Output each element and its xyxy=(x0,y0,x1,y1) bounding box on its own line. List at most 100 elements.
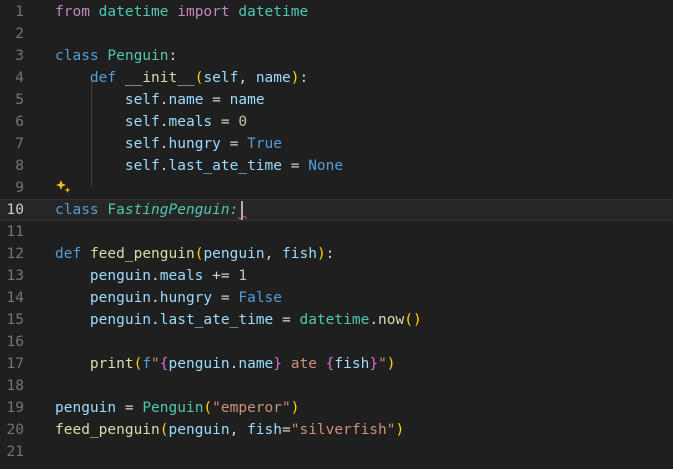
code-token: ( xyxy=(203,400,213,416)
code-token: " xyxy=(151,356,160,372)
code-token: name xyxy=(238,356,274,372)
code-token: meals xyxy=(159,268,204,284)
line-number: 11 xyxy=(6,224,24,240)
code-token: name xyxy=(168,92,204,108)
line-number: 2 xyxy=(15,26,24,42)
code-token: "silverfish" xyxy=(290,422,396,438)
code-line[interactable]: 14 penguin.hungry = False xyxy=(0,287,673,309)
code-line[interactable]: 5 self.name = name xyxy=(0,89,673,111)
code-token: stingPenguin: xyxy=(124,202,239,218)
code-token: ( xyxy=(404,312,413,328)
code-line[interactable]: 17 print(f"{penguin.name} ate {fish}") xyxy=(0,353,673,375)
code-token: hungry xyxy=(168,136,221,152)
line-code: def __init__(self, name): xyxy=(55,67,308,89)
code-line[interactable]: 15 penguin.last_ate_time = datetime.now(… xyxy=(0,309,673,331)
line-code: self.meals = 0 xyxy=(55,111,247,133)
line-code: penguin.hungry = False xyxy=(55,287,282,309)
line-number: 20 xyxy=(6,422,24,438)
code-line[interactable]: 2 xyxy=(0,23,673,45)
code-token: = xyxy=(212,114,239,130)
code-token: self xyxy=(124,136,160,152)
code-line[interactable]: 16 xyxy=(0,331,673,353)
code-token: = xyxy=(282,158,309,174)
code-token: penguin xyxy=(55,400,117,416)
code-token: ) xyxy=(412,312,422,328)
line-code: penguin.meals += 1 xyxy=(55,265,247,287)
code-token: ) xyxy=(395,422,405,438)
code-token: = xyxy=(212,290,239,306)
line-code: self.hungry = True xyxy=(55,133,282,155)
code-token: ) xyxy=(386,356,396,372)
code-token: . xyxy=(159,136,169,152)
code-token: import xyxy=(177,4,230,20)
line-number: 16 xyxy=(6,334,24,350)
code-line[interactable]: 18 xyxy=(0,375,673,397)
code-line[interactable]: 1 from datetime import datetime xyxy=(0,1,673,23)
code-token: True xyxy=(247,136,283,152)
code-line[interactable]: 4 def __init__(self, name): xyxy=(0,67,673,89)
code-line[interactable]: 10 class FastingPenguin: xyxy=(0,199,673,221)
code-token: last_ate_time xyxy=(168,158,283,174)
code-token: += xyxy=(203,268,239,284)
code-token: print xyxy=(89,356,134,372)
line-number: 13 xyxy=(6,268,24,284)
code-token: { xyxy=(159,356,169,372)
line-code: self.name = name xyxy=(55,89,265,111)
code-line[interactable]: 19 penguin = Penguin("emperor") xyxy=(0,397,673,419)
line-code: from datetime import datetime xyxy=(55,1,308,23)
line-number: 15 xyxy=(6,312,24,328)
code-token: from xyxy=(55,4,90,20)
code-line[interactable]: 9 xyxy=(0,177,673,199)
code-token: . xyxy=(151,312,160,328)
code-line[interactable]: 8 self.last_ate_time = None xyxy=(0,155,673,177)
code-line[interactable]: 13 penguin.meals += 1 xyxy=(0,265,673,287)
code-token: self xyxy=(203,70,239,86)
line-number: 19 xyxy=(6,400,24,416)
code-token: name xyxy=(255,70,291,86)
code-token: Penguin xyxy=(107,48,169,64)
line-number: 21 xyxy=(6,444,24,460)
code-token: Fa xyxy=(107,202,125,218)
code-line[interactable]: 21 xyxy=(0,441,673,463)
line-number: 14 xyxy=(6,290,24,306)
code-token: ate xyxy=(282,356,326,372)
line-number: 1 xyxy=(15,4,24,20)
code-token: : xyxy=(299,70,309,86)
code-line[interactable]: 6 self.meals = 0 xyxy=(0,111,673,133)
line-number: 12 xyxy=(6,246,24,262)
code-token: ( xyxy=(159,422,169,438)
line-number: 8 xyxy=(15,158,24,174)
code-token: meals xyxy=(168,114,213,130)
code-token: penguin xyxy=(89,290,152,306)
code-token: = xyxy=(282,422,291,438)
code-token: last_ate_time xyxy=(159,312,274,328)
code-token: fish xyxy=(247,422,282,438)
code-token: datetime xyxy=(98,4,169,20)
code-token: . xyxy=(369,312,379,328)
code-line[interactable]: 12 def feed_penguin(penguin, fish): xyxy=(0,243,673,265)
code-token: Penguin xyxy=(142,400,204,416)
code-token: False xyxy=(238,290,283,306)
code-token: . xyxy=(151,290,160,306)
code-line[interactable]: 20 feed_penguin(penguin, fish="silverfish… xyxy=(0,419,673,441)
line-number: 4 xyxy=(15,70,24,86)
code-line[interactable]: 7 self.hungry = True xyxy=(0,133,673,155)
code-token: : xyxy=(325,246,335,262)
code-line[interactable]: 3 class Penguin: xyxy=(0,45,673,67)
code-editor[interactable]: 1 from datetime import datetime 2 3 class Pe… xyxy=(0,0,673,469)
code-token: class xyxy=(55,48,99,64)
code-token: feed_penguin xyxy=(89,246,195,262)
code-token: def xyxy=(89,70,117,86)
line-code: print(f"{penguin.name} ate {fish}") xyxy=(55,353,396,375)
code-line[interactable]: 11 xyxy=(0,221,673,243)
code-token: None xyxy=(308,158,344,174)
code-token: . xyxy=(159,158,169,174)
